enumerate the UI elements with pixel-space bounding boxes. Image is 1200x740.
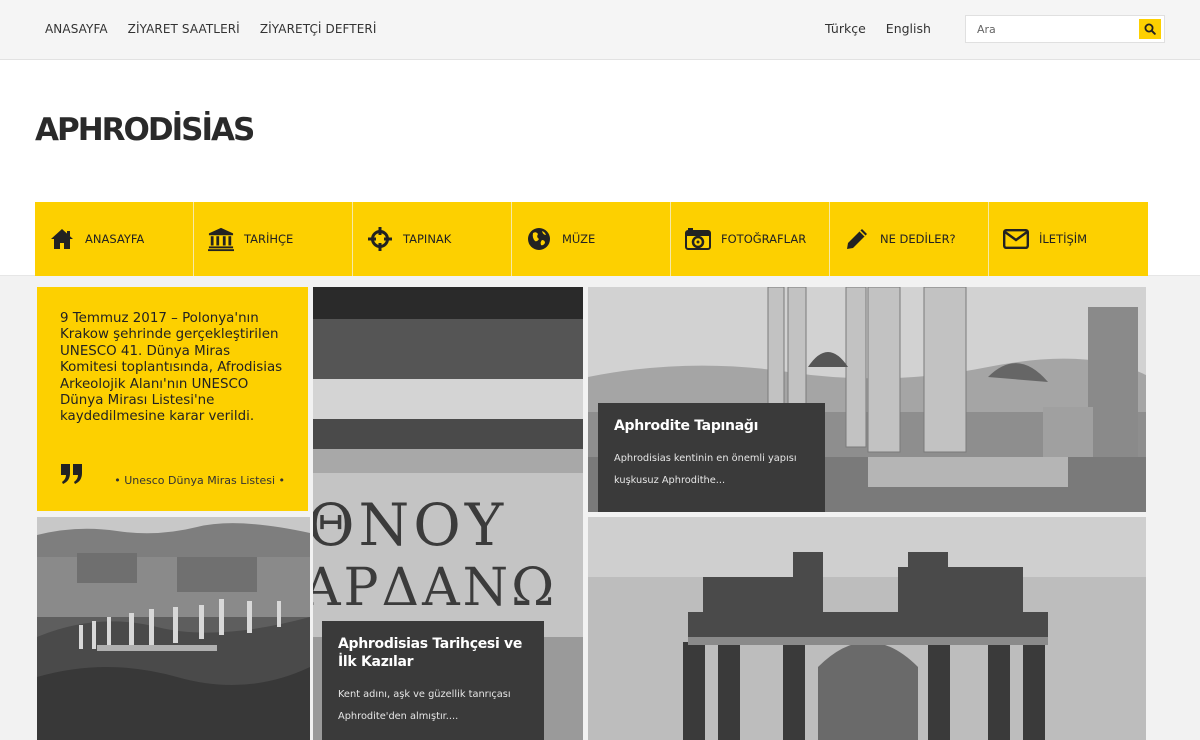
site-logo[interactable]: APHRODİSİAS [35, 112, 255, 148]
menu-item-photos[interactable]: FOTOĞRAFLAR [671, 202, 830, 276]
camera-icon [685, 226, 711, 252]
menu-item-label: MÜZE [562, 232, 596, 246]
temple-card[interactable]: Aphrodite Tapınağı Aphrodisias kentinin … [598, 403, 825, 512]
search-button[interactable] [1139, 19, 1161, 39]
home-icon [49, 226, 75, 252]
quote-text: 9 Temmuz 2017 – Polonya'nın Krakow şehri… [60, 311, 283, 425]
main-menu: ANASAYFA TARİHÇE TAPINAK MÜZE FOTOĞRAFLA… [35, 202, 1148, 276]
tetrapylon-gate-photo[interactable] [588, 517, 1146, 740]
language-turkish[interactable]: Türkçe [825, 21, 866, 36]
top-nav-home[interactable]: ANASAYFA [45, 22, 108, 36]
history-card[interactable]: Aphrodisias Tarihçesi ve İlk Kazılar Ken… [322, 621, 544, 740]
menu-item-label: İLETİŞİM [1039, 232, 1088, 246]
search-box [965, 15, 1165, 43]
inscription-line-1: ΘΝΟΥ [313, 491, 507, 559]
globe-icon [526, 226, 552, 252]
pencil-icon [844, 226, 870, 252]
search-input[interactable] [966, 16, 1138, 42]
envelope-icon [1003, 226, 1029, 252]
menu-item-museum[interactable]: MÜZE [512, 202, 671, 276]
menu-item-testimonials[interactable]: NE DEDİLER? [830, 202, 989, 276]
top-nav-visiting-hours[interactable]: ZİYARET SAATLERİ [128, 22, 240, 36]
top-nav-guestbook[interactable]: ZİYARETÇİ DEFTERİ [260, 22, 377, 36]
top-bar: ANASAYFA ZİYARET SAATLERİ ZİYARETÇİ DEFT… [0, 0, 1200, 60]
menu-item-history[interactable]: TARİHÇE [194, 202, 353, 276]
menu-item-contact[interactable]: İLETİŞİM [989, 202, 1148, 276]
temple-card-excerpt: Aphrodisias kentinin en önemli yapısı ku… [614, 453, 797, 486]
menu-item-temple[interactable]: TAPINAK [353, 202, 512, 276]
quote-source-link[interactable]: • Unesco Dünya Miras Listesi • [114, 474, 285, 487]
menu-item-label: FOTOĞRAFLAR [721, 232, 807, 246]
unesco-quote-tile: 9 Temmuz 2017 – Polonya'nın Krakow şehri… [37, 287, 308, 511]
inscription-stone-photo[interactable]: ΘΝΟΥ ΑΡΔΑΝΩ Aphrodisias Tarihçesi ve İlk… [313, 287, 583, 740]
institution-icon [208, 226, 234, 252]
menu-item-label: TARİHÇE [244, 232, 294, 246]
crosshairs-icon [367, 226, 393, 252]
quote-icon [61, 464, 82, 484]
menu-item-label: ANASAYFA [85, 232, 145, 246]
menu-item-label: TAPINAK [403, 232, 452, 246]
history-card-excerpt: Kent adını, aşk ve güzellik tanrıçası Ap… [338, 689, 511, 722]
search-icon [1144, 23, 1156, 35]
temple-card-title: Aphrodite Tapınağı [614, 418, 759, 434]
ruins-landscape-photo[interactable] [37, 517, 310, 740]
inscription-line-2: ΑΡΔΑΝΩ [313, 558, 557, 618]
temple-of-aphrodite-photo[interactable]: Aphrodite Tapınağı Aphrodisias kentinin … [588, 287, 1146, 512]
language-english[interactable]: English [886, 21, 931, 36]
language-switcher: Türkçe English [825, 21, 931, 36]
menu-item-home[interactable]: ANASAYFA [35, 202, 194, 276]
menu-item-label: NE DEDİLER? [880, 232, 956, 246]
top-nav: ANASAYFA ZİYARET SAATLERİ ZİYARETÇİ DEFT… [45, 22, 376, 36]
history-card-title: Aphrodisias Tarihçesi ve İlk Kazılar [338, 636, 523, 670]
